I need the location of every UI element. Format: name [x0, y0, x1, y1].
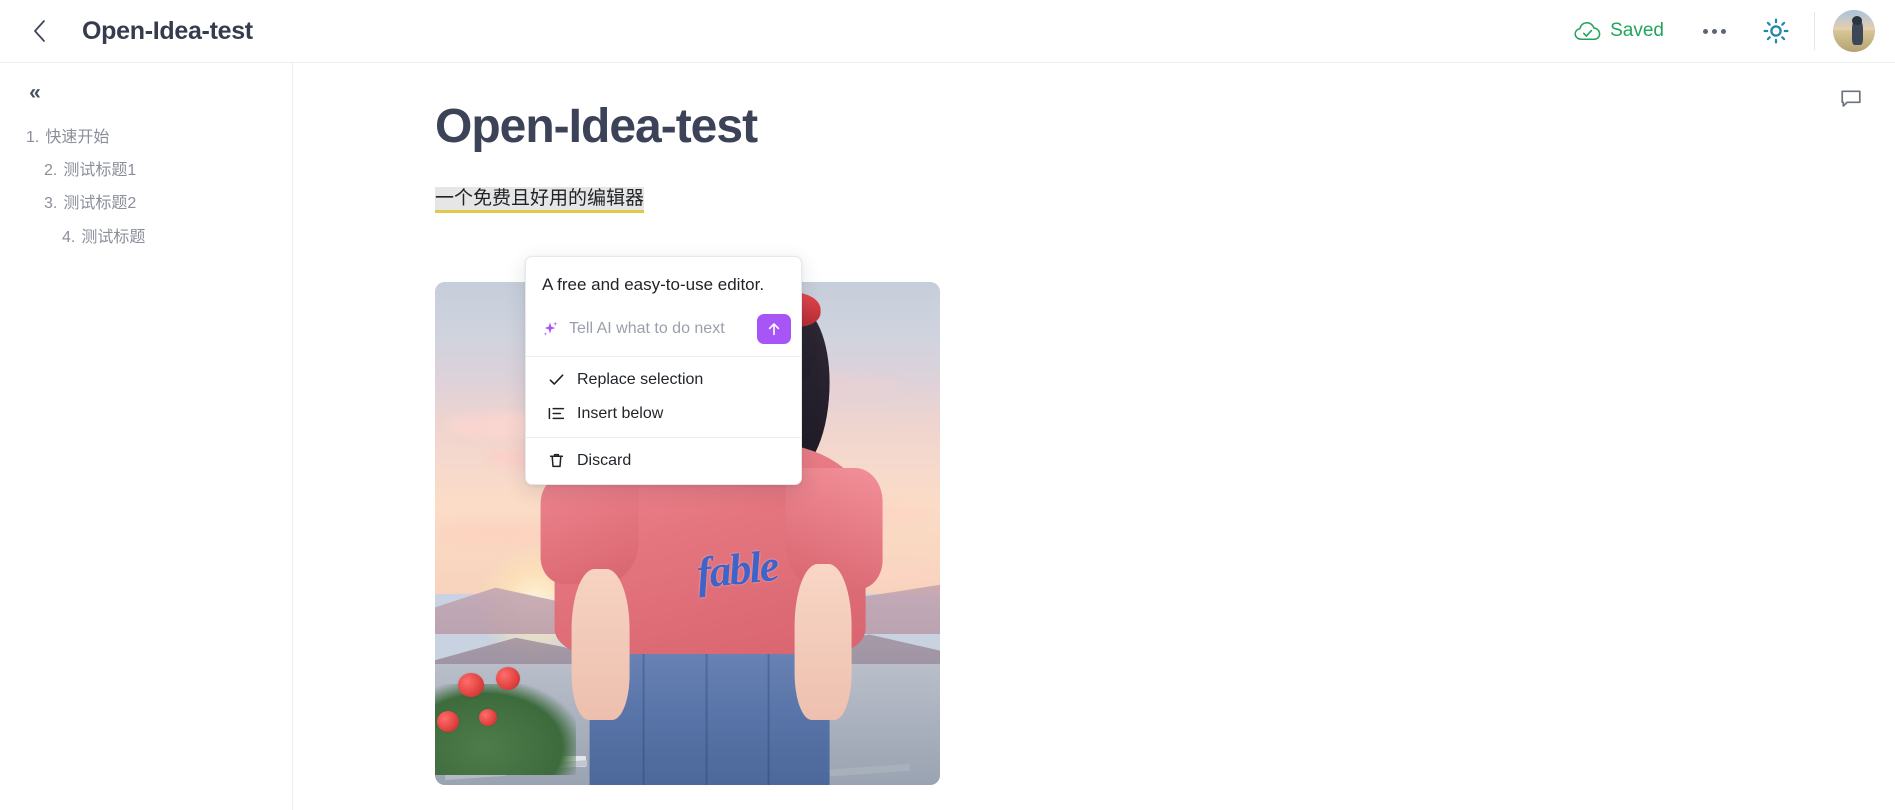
cloud-check-icon	[1574, 21, 1601, 40]
save-status: Saved	[1574, 20, 1664, 42]
discard-menu-item[interactable]: Discard	[526, 444, 801, 478]
outline-item-number: 4.	[62, 228, 76, 246]
outline-item-label: 测试标题	[81, 228, 146, 246]
image-arm	[794, 563, 852, 720]
chevron-left-icon	[33, 20, 45, 42]
toolbar-divider	[1814, 12, 1815, 50]
top-bar-actions: Saved	[1574, 10, 1895, 52]
outline-item-number: 1.	[26, 129, 40, 146]
selected-paragraph[interactable]: 一个免费且好用的编辑器	[435, 187, 645, 214]
image-skirt-fold	[705, 634, 708, 785]
insert-list-icon	[548, 407, 565, 420]
more-options-button[interactable]	[1694, 11, 1734, 51]
image-shirt-text: fable	[694, 540, 780, 598]
outline-item-3[interactable]: 3. 测试标题2	[38, 187, 284, 220]
ai-prompt-row	[526, 310, 801, 356]
check-icon	[549, 374, 564, 385]
outline-item-label: 测试标题2	[63, 195, 137, 213]
ai-result-text: A free and easy-to-use editor.	[542, 275, 765, 294]
image-rose	[479, 708, 498, 726]
page-title: Open-Idea-test	[435, 100, 758, 153]
menu-item-label: Replace selection	[577, 370, 704, 388]
app-root: Open-Idea-test Saved « 1. 快速开始 2. 测试标题1 …	[0, 0, 1895, 810]
ai-prompt-input[interactable]	[569, 319, 747, 338]
ellipsis-icon	[1701, 28, 1728, 34]
image-sleeve	[540, 473, 639, 584]
sparkle-icon	[543, 321, 558, 336]
image-skirt-fold	[643, 634, 646, 785]
outline-item-1[interactable]: 1. 快速开始	[20, 121, 284, 154]
image-roses	[435, 664, 577, 775]
outline-item-4[interactable]: 4. 测试标题	[56, 221, 284, 254]
selected-paragraph-line: 一个免费且好用的编辑器	[435, 184, 645, 214]
replace-selection-menu-item[interactable]: Replace selection	[526, 363, 801, 397]
menu-item-label: Discard	[577, 451, 632, 469]
save-status-label: Saved	[1610, 20, 1664, 41]
outline-item-label: 快速开始	[45, 129, 110, 146]
trash-icon	[549, 453, 564, 468]
insert-below-menu-item[interactable]: Insert below	[526, 397, 801, 431]
image-rose	[437, 710, 460, 732]
ai-action-menu: Replace selection Insert below	[526, 355, 801, 437]
ai-danger-menu: Discard	[526, 436, 801, 484]
sidebar-collapse-button[interactable]: «	[18, 75, 52, 109]
outline-item-label: 测试标题1	[63, 162, 137, 180]
image-leaves	[435, 684, 577, 775]
theme-toggle-button[interactable]	[1756, 11, 1796, 51]
back-button[interactable]	[22, 14, 56, 48]
menu-item-label: Insert below	[577, 404, 664, 422]
image-skirt-fold	[767, 634, 770, 785]
arrow-up-icon	[768, 322, 780, 335]
outline-item-number: 2.	[44, 162, 58, 180]
outline-item-2[interactable]: 2. 测试标题1	[38, 154, 284, 187]
top-bar: Open-Idea-test Saved	[0, 0, 1895, 63]
sidebar: « 1. 快速开始 2. 测试标题1 3. 测试标题2 4. 测试标题	[0, 63, 293, 810]
sun-icon	[1763, 18, 1789, 44]
outline-item-number: 3.	[44, 195, 58, 213]
document-title: Open-Idea-test	[82, 16, 253, 45]
image-rose	[496, 666, 521, 690]
ai-assistant-panel: A free and easy-to-use editor. Tell AI w…	[525, 256, 802, 485]
document-outline: 1. 快速开始 2. 测试标题1 3. 测试标题2 4. 测试标题	[0, 121, 292, 254]
ai-submit-button[interactable]	[757, 313, 791, 344]
avatar[interactable]	[1833, 10, 1875, 52]
document-body: Open-Idea-test 一个免费且好用的编辑器 fable A free …	[293, 63, 1895, 785]
editor-content: Open-Idea-test 一个免费且好用的编辑器 fable A free …	[293, 63, 1895, 810]
image-arm	[571, 568, 630, 720]
